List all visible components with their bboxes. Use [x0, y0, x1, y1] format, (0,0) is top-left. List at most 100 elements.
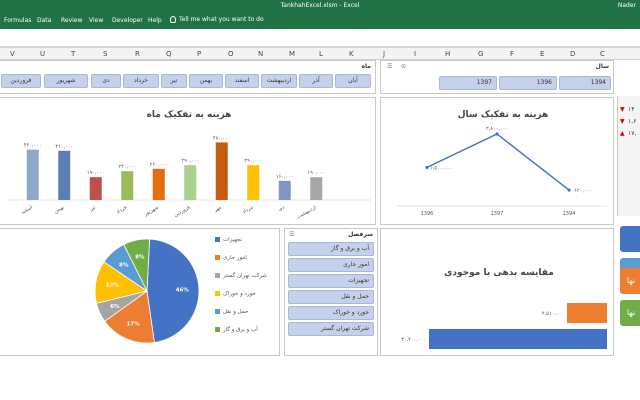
category-chip[interactable]: حمل و نقل [288, 290, 374, 304]
ribbon: Formulas Data Review View Developer Help… [0, 13, 640, 29]
column-header[interactable]: C [600, 50, 605, 58]
column-header[interactable]: R [135, 50, 140, 58]
monthly-chart-panel[interactable]: هزینه به تفکیک ماه ۴۲۰,۰۰۰ اسفند ۴۱۰,۰۰۰ به… [0, 97, 376, 225]
column-header[interactable]: L [319, 50, 323, 58]
tab-formulas[interactable]: Formulas [4, 17, 31, 24]
column-header[interactable]: S [103, 50, 107, 58]
legend-label: شرکت تهران گستر [223, 273, 268, 279]
multi-select-icon[interactable]: ☰ [387, 63, 392, 70]
yearly-category-label: 1397 [491, 211, 504, 217]
column-header[interactable]: N [258, 50, 263, 58]
monthly-category-label: اسفند [20, 205, 34, 216]
pie-legend-item: آب و برق و گاز [215, 327, 258, 333]
monthly-bar-label: ۲۶۰,۰۰۰ [150, 162, 168, 168]
month-chip[interactable]: خرداد [123, 74, 159, 88]
month-chip[interactable]: اسفند [225, 74, 259, 88]
pie-legend-item: شرکت تهران گستر [215, 273, 267, 279]
debt-chart-title: مقایسه بدهی با موجودی [444, 268, 554, 278]
column-header[interactable]: P [197, 50, 201, 58]
column-header[interactable]: K [349, 50, 354, 58]
formula-bar[interactable] [0, 29, 640, 47]
cell-value[interactable]: ۱,۶ [628, 118, 636, 125]
monthly-category-label: اردیبهشت [296, 205, 317, 221]
column-header[interactable]: M [289, 50, 295, 58]
column-header[interactable]: E [540, 50, 544, 58]
month-chip[interactable]: آبان [335, 74, 371, 88]
column-header[interactable]: F [510, 50, 514, 58]
category-chip[interactable]: امور جاری [288, 258, 374, 272]
cell-value[interactable]: ۱۴ [628, 106, 634, 113]
year-chip[interactable]: 1397 [439, 76, 497, 90]
monthly-bar-label: ۲۴۰,۰۰۰ [118, 164, 136, 170]
column-header[interactable]: J [383, 50, 385, 58]
month-chip[interactable]: آذر [299, 74, 333, 88]
nav-button-1[interactable] [620, 226, 640, 252]
monthly-bar-label: ۴۲۰,۰۰۰ [24, 143, 42, 149]
monthly-bar [152, 168, 165, 200]
month-chip[interactable]: فروردین [1, 74, 41, 88]
debt-bar-label: ۳۰,۴۰۰,۰۰۰ [401, 337, 426, 343]
year-slicer-header: سال [595, 63, 609, 70]
month-chip[interactable]: تیر [161, 74, 187, 88]
monthly-bar-label: ۲۹۰,۰۰۰ [181, 158, 199, 164]
nav-button-4[interactable]: نها [620, 300, 640, 326]
category-chip[interactable]: تجهیزات [288, 274, 374, 288]
cell-value[interactable]: ۱۷, [628, 130, 636, 137]
tab-developer[interactable]: Developer [112, 17, 143, 24]
clear-filter-icon[interactable]: ⊘ [401, 63, 406, 70]
pie-slice-label: 6% [110, 304, 120, 310]
legend-label: امور جاری [223, 255, 247, 261]
column-header[interactable]: I [414, 50, 416, 58]
column-header[interactable]: V [10, 50, 15, 58]
tab-help[interactable]: Help [148, 17, 162, 24]
monthly-bar [278, 180, 291, 200]
monthly-bar-label: ۱۶۰,۰۰۰ [276, 174, 294, 180]
yearly-chart: هزینه به تفکیک سال ۱,۵۰۰,۰۰۰ 1396 ۲,۸۰۰,۰۰… [397, 110, 607, 217]
column-header[interactable]: U [40, 50, 45, 58]
monthly-category-label: خرداد [115, 205, 128, 216]
category-chip[interactable]: آب و برق و گاز [288, 242, 374, 256]
year-slicer: سال ☰ ⊘ 1394 1396 1397 [380, 60, 614, 94]
debt-bar [429, 329, 607, 349]
category-chip[interactable]: خورد و خوراک [288, 306, 374, 320]
legend-label: خورد و خوراک [223, 291, 256, 297]
debt-chart-panel[interactable]: مقایسه بدهی با موجودی ۴,۵۱۰,۰۰۰ ۳۰,۴۰۰,۰۰… [380, 228, 614, 356]
yearly-point [425, 165, 429, 170]
monthly-category-label: بهمن [53, 205, 65, 215]
category-chip[interactable]: شرکت تهران گستر [288, 322, 374, 336]
month-chip[interactable]: اردیبهشت [261, 74, 297, 88]
column-header[interactable]: T [71, 50, 75, 58]
monthly-bar [26, 149, 39, 200]
year-chip[interactable]: 1396 [499, 76, 557, 90]
monthly-category-label: شهریور [142, 205, 159, 219]
pie-slice-label: 13% [106, 283, 120, 289]
year-chip[interactable]: 1394 [559, 76, 611, 90]
debt-bar-label: ۴,۵۱۰,۰۰۰ [542, 311, 564, 317]
yearly-point-label: ۲,۸۰۰,۰۰۰ [486, 126, 508, 132]
month-chip[interactable]: بهمن [189, 74, 223, 88]
down-arrow-icon: ▼ [620, 106, 625, 113]
multi-select-icon[interactable]: ☰ [289, 231, 294, 238]
pie-chart-panel[interactable]: 46%17%6%13%8%8% هزینه ها به تف تجهیزاتام… [0, 228, 369, 356]
tell-me-box[interactable]: Tell me what you want to do [170, 16, 264, 23]
user-name[interactable]: Nader [618, 2, 636, 9]
tab-review[interactable]: Review [61, 17, 82, 24]
monthly-bar [184, 165, 197, 200]
monthly-chart-title: هزینه به تفکیک ماه [147, 110, 232, 120]
tab-view[interactable]: View [89, 17, 103, 24]
column-header[interactable]: D [570, 50, 575, 58]
legend-label: تجهیزات [223, 237, 243, 243]
column-header[interactable]: O [228, 50, 234, 58]
monthly-bar-label: ۲۹۰,۰۰۰ [244, 158, 262, 164]
column-header[interactable]: G [478, 50, 483, 58]
pie-slice-label: 8% [119, 262, 129, 268]
yearly-chart-panel[interactable]: هزینه به تفکیک سال ۱,۵۰۰,۰۰۰ 1396 ۲,۸۰۰,۰۰… [380, 97, 614, 225]
month-slicer: ماه آبان آذر اردیبهشت اسفند بهمن تیر خرد… [0, 60, 376, 94]
column-header[interactable]: Q [166, 50, 172, 58]
column-header[interactable]: H [445, 50, 450, 58]
nav-button-3[interactable]: نها [620, 268, 640, 294]
month-chip[interactable]: شهریور [44, 74, 88, 88]
monthly-bar [247, 165, 260, 200]
month-chip[interactable]: دی [91, 74, 121, 88]
tab-data[interactable]: Data [37, 17, 51, 24]
